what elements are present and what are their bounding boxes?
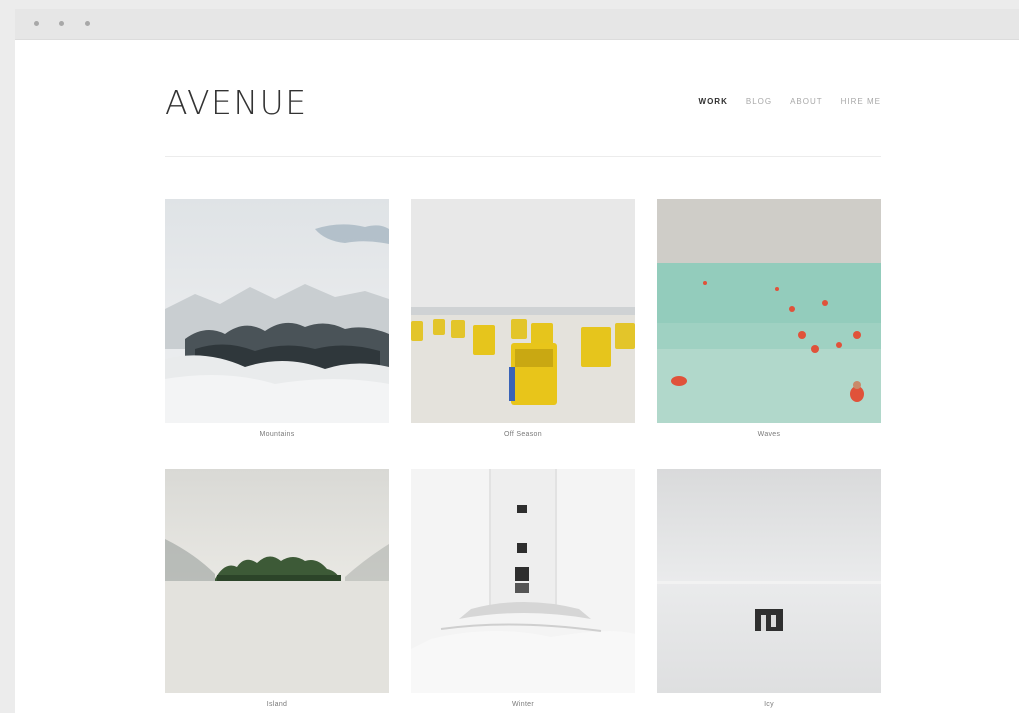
- main-nav: WORK BLOG ABOUT HIRE ME: [699, 97, 881, 106]
- gallery-caption: Waves: [757, 431, 781, 438]
- nav-item-hire-me[interactable]: HIRE ME: [841, 97, 881, 106]
- site-logo[interactable]: AVENUE: [165, 83, 308, 123]
- header-divider: [165, 156, 881, 157]
- gallery-caption: Winter: [511, 701, 535, 708]
- photo-yellow-beach-chairs[interactable]: [411, 199, 635, 423]
- photo-snowy-mountains[interactable]: [165, 199, 389, 423]
- gallery-item-off-season[interactable]: Off Season: [411, 199, 635, 469]
- gallery-item-waves[interactable]: Waves: [657, 199, 881, 469]
- minimize-window-control[interactable]: [59, 21, 64, 26]
- gallery-item-winter[interactable]: Winter: [411, 469, 635, 713]
- gallery-caption: Icy: [764, 701, 774, 708]
- browser-window: AVENUE WORK BLOG ABOUT HIRE ME Mountains…: [15, 9, 1019, 713]
- photo-white-tower[interactable]: [411, 469, 635, 693]
- photo-ice-hut[interactable]: [657, 469, 881, 693]
- gallery-caption: Island: [266, 701, 288, 708]
- gallery-item-mountains[interactable]: Mountains: [165, 199, 389, 469]
- gallery-item-island[interactable]: Island: [165, 469, 389, 713]
- gallery-item-icy[interactable]: Icy: [657, 469, 881, 713]
- nav-item-about[interactable]: ABOUT: [790, 97, 823, 106]
- nav-item-work[interactable]: WORK: [699, 97, 728, 106]
- gallery-caption: Off Season: [504, 431, 542, 438]
- photo-island-in-lake[interactable]: [165, 469, 389, 693]
- nav-item-blog[interactable]: BLOG: [746, 97, 772, 106]
- gallery-grid: Mountains Off Season Waves Island Winter…: [165, 199, 881, 713]
- close-window-control[interactable]: [34, 21, 39, 26]
- window-titlebar: [15, 9, 1019, 40]
- gallery-caption: Mountains: [259, 431, 295, 438]
- zoom-window-control[interactable]: [85, 21, 90, 26]
- photo-swimmers-in-sea[interactable]: [657, 199, 881, 423]
